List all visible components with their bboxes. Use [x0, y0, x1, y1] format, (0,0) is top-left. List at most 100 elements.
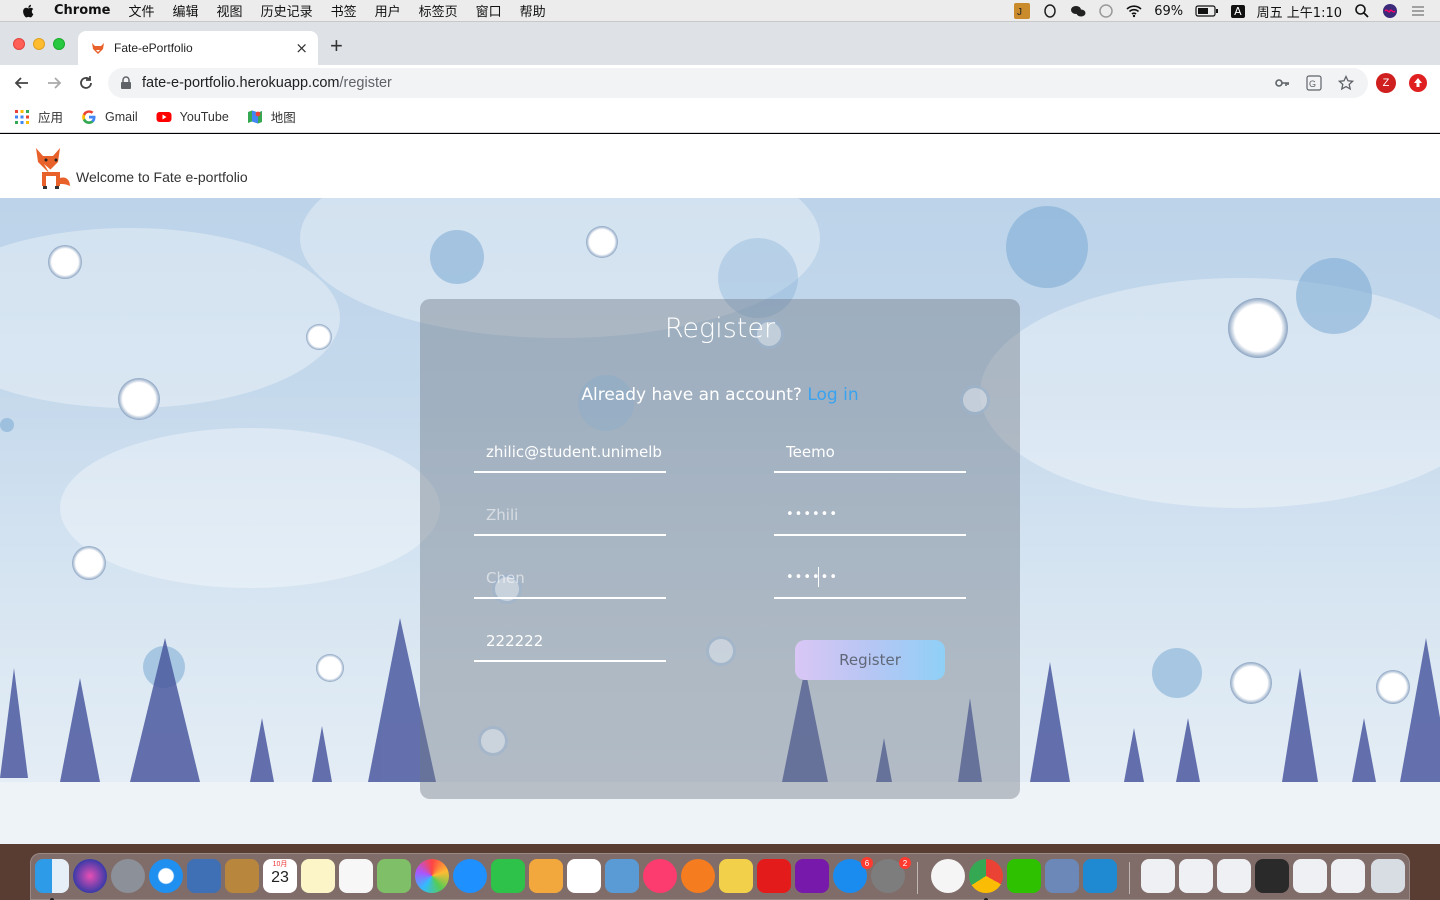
- profile-avatar[interactable]: Z: [1376, 73, 1396, 93]
- tab-fate-eportfolio[interactable]: Fate-ePortfolio ×: [78, 31, 318, 65]
- phone-input[interactable]: [474, 622, 666, 660]
- address-bar[interactable]: fate-e-portfolio.herokuapp.com /register…: [108, 68, 1368, 98]
- menu-app-name[interactable]: Chrome: [54, 3, 111, 18]
- reminders-icon[interactable]: [339, 859, 373, 893]
- reload-icon[interactable]: [76, 73, 96, 93]
- menu-tab[interactable]: 标签页: [419, 1, 458, 20]
- username-field[interactable]: [774, 433, 966, 473]
- sync-icon[interactable]: [1098, 3, 1114, 19]
- phone-field[interactable]: [474, 622, 666, 662]
- menu-window[interactable]: 窗口: [476, 1, 502, 20]
- url-path: /register: [339, 75, 392, 91]
- mongodb-compass-icon[interactable]: [931, 859, 965, 893]
- bookmark-maps[interactable]: 地图: [247, 107, 296, 126]
- music-icon[interactable]: [643, 859, 677, 893]
- facetime-icon[interactable]: [491, 859, 525, 893]
- notification-center-icon[interactable]: [1410, 3, 1426, 19]
- minimized-window-icon[interactable]: [1293, 859, 1327, 893]
- keynote-icon[interactable]: [605, 859, 639, 893]
- input-source-indicator[interactable]: A: [1231, 4, 1245, 18]
- register-button[interactable]: Register: [795, 640, 945, 680]
- notes-icon[interactable]: [301, 859, 335, 893]
- menu-file[interactable]: 文件: [129, 1, 155, 20]
- wifi-icon[interactable]: [1126, 3, 1142, 19]
- window-zoom-button[interactable]: [53, 38, 65, 50]
- minimized-terminal-icon[interactable]: [1255, 859, 1289, 893]
- jetbrains-toolbox-icon[interactable]: J: [1014, 3, 1031, 19]
- email-input[interactable]: [474, 433, 666, 471]
- minimized-window-icon[interactable]: [1179, 859, 1213, 893]
- wechat-icon[interactable]: [1070, 3, 1086, 19]
- siri-icon[interactable]: [73, 859, 107, 893]
- fox-logo-icon[interactable]: [30, 142, 72, 190]
- youdao-dictionary-icon[interactable]: [757, 859, 791, 893]
- minimized-window-icon[interactable]: [1217, 859, 1251, 893]
- new-tab-button[interactable]: +: [330, 35, 343, 57]
- dock-separator: [917, 862, 918, 894]
- menu-edit[interactable]: 编辑: [173, 1, 199, 20]
- bookmark-apps-label: 应用: [38, 111, 64, 125]
- battery-percent[interactable]: 69%: [1154, 4, 1183, 19]
- books-icon[interactable]: [681, 859, 715, 893]
- vscode-icon[interactable]: [1083, 859, 1117, 893]
- trash-icon[interactable]: [1371, 859, 1405, 893]
- siri-icon[interactable]: [1382, 3, 1398, 19]
- login-prompt-text: Already have an account?: [581, 385, 802, 405]
- password-field[interactable]: ••••••: [774, 496, 966, 536]
- menu-people[interactable]: 用户: [375, 1, 401, 20]
- minimized-window-icon[interactable]: [1141, 859, 1175, 893]
- maps-app-icon[interactable]: [377, 859, 411, 893]
- password-mask[interactable]: ••••••: [786, 507, 838, 522]
- login-link[interactable]: Log in: [807, 385, 858, 405]
- key-icon[interactable]: [1274, 75, 1290, 91]
- numbers-icon[interactable]: [567, 859, 601, 893]
- finder-icon[interactable]: [35, 859, 69, 893]
- extension-update-icon[interactable]: [1408, 73, 1428, 93]
- register-heading: Register: [664, 313, 776, 344]
- window-close-button[interactable]: [13, 38, 25, 50]
- calendar-icon[interactable]: 10月 23: [263, 859, 297, 893]
- forward-arrow-icon[interactable]: [44, 73, 64, 93]
- menu-bookmarks[interactable]: 书签: [331, 1, 357, 20]
- translate-icon[interactable]: G: [1306, 75, 1322, 91]
- intellij-idea-icon[interactable]: [719, 859, 753, 893]
- pages-icon[interactable]: [529, 859, 563, 893]
- contacts-icon[interactable]: [225, 859, 259, 893]
- preview-icon[interactable]: [187, 859, 221, 893]
- first-name-field[interactable]: [474, 496, 666, 536]
- email-field[interactable]: [474, 433, 666, 473]
- web-page: Welcome to Fate e-portfolio Register Alr…: [0, 134, 1440, 844]
- username-input[interactable]: [774, 433, 966, 471]
- photos-icon[interactable]: [415, 859, 449, 893]
- confirm-password-field[interactable]: ••••••: [774, 559, 966, 599]
- qq-icon[interactable]: [1042, 3, 1058, 19]
- menu-view[interactable]: 视图: [217, 1, 243, 20]
- chrome-icon[interactable]: [969, 859, 1003, 893]
- apple-icon[interactable]: [20, 3, 38, 19]
- last-name-field[interactable]: [474, 559, 666, 599]
- bookmark-youtube[interactable]: YouTube: [156, 109, 229, 125]
- bookmark-star-icon[interactable]: [1338, 75, 1354, 91]
- image-capture-icon[interactable]: [1045, 859, 1079, 893]
- safari-icon[interactable]: [149, 859, 183, 893]
- minimized-window-icon[interactable]: [1331, 859, 1365, 893]
- bookmark-gmail[interactable]: Gmail: [81, 109, 138, 125]
- spotlight-search-icon[interactable]: [1354, 3, 1370, 19]
- confirm-password-mask[interactable]: ••••••: [786, 570, 838, 585]
- menu-help[interactable]: 帮助: [520, 1, 546, 20]
- last-name-input[interactable]: [474, 559, 666, 597]
- menubar-clock[interactable]: 周五 上午1:10: [1257, 2, 1342, 21]
- first-name-input[interactable]: [474, 496, 666, 534]
- maps-icon: [247, 110, 262, 123]
- launchpad-icon[interactable]: [111, 859, 145, 893]
- menu-history[interactable]: 历史记录: [261, 1, 313, 20]
- tab-close-icon[interactable]: ×: [295, 39, 308, 57]
- bookmark-apps[interactable]: 应用: [14, 107, 63, 126]
- battery-icon[interactable]: [1195, 3, 1219, 19]
- wechat-app-icon[interactable]: [1007, 859, 1041, 893]
- window-minimize-button[interactable]: [33, 38, 45, 50]
- back-arrow-icon[interactable]: [12, 73, 32, 93]
- lock-icon[interactable]: [120, 76, 132, 90]
- messages-icon[interactable]: [453, 859, 487, 893]
- onenote-icon[interactable]: [795, 859, 829, 893]
